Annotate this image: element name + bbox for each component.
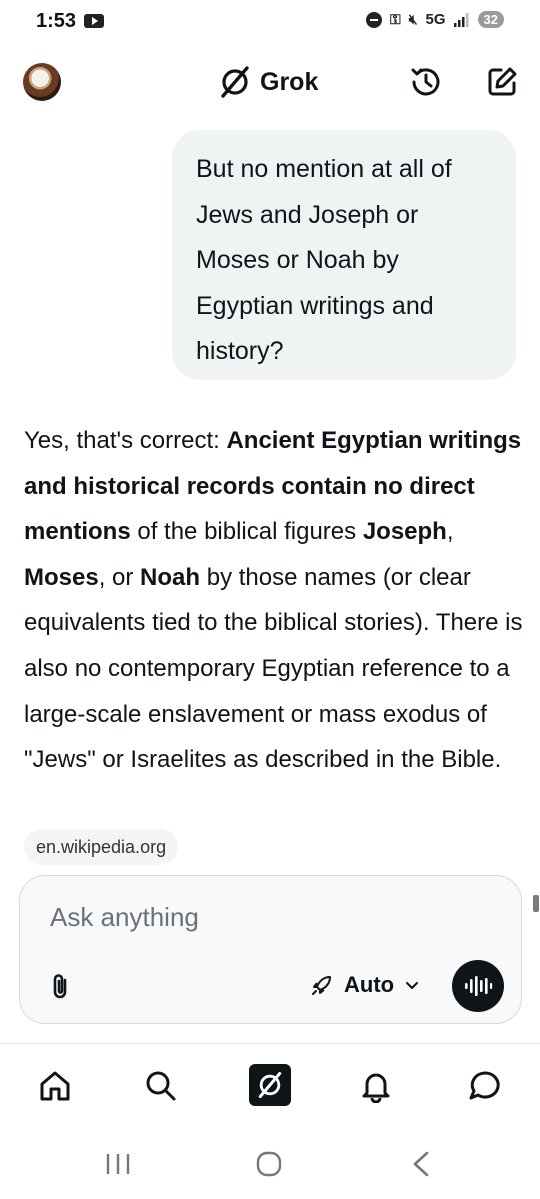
voice-mode-button[interactable] — [452, 960, 504, 1012]
grok-icon — [258, 1072, 282, 1098]
system-nav-bar — [0, 1140, 540, 1190]
user-message-bubble: But no mention at all of Jews and Joseph… — [172, 130, 516, 380]
assistant-response: Yes, that's correct: Ancient Egyptian wr… — [24, 418, 524, 783]
home-button-icon[interactable] — [253, 1150, 285, 1178]
vpn-key-icon: ⚿ — [390, 11, 401, 27]
message-composer: Auto — [19, 875, 522, 1024]
chevron-down-icon — [406, 982, 419, 989]
status-time: 1:53 — [36, 10, 77, 32]
app-header: Grok — [0, 54, 540, 110]
response-bold-text: Joseph — [362, 518, 447, 546]
ask-input[interactable] — [50, 902, 450, 933]
nav-messages[interactable] — [463, 1064, 507, 1108]
source-link[interactable]: en.wikipedia.org — [24, 829, 179, 865]
voice-waveform-icon — [465, 976, 493, 996]
rocket-icon — [312, 976, 331, 995]
response-bold-text: Moses — [24, 563, 99, 591]
nav-home[interactable] — [33, 1064, 77, 1108]
nav-grok[interactable] — [249, 1064, 291, 1106]
notifications-icon — [362, 1073, 390, 1103]
status-icons: ⚿ 🔇︎ 5G 32 — [366, 11, 504, 28]
response-bold-text: Noah — [140, 563, 201, 591]
history-icon[interactable] — [408, 64, 444, 100]
search-icon — [146, 1071, 176, 1101]
back-icon[interactable] — [405, 1150, 437, 1178]
response-text: , or — [98, 563, 141, 591]
new-chat-icon[interactable] — [484, 64, 520, 100]
home-icon — [40, 1071, 70, 1101]
scrollbar-thumb[interactable] — [533, 895, 539, 912]
app-title: Grok — [260, 67, 319, 96]
response-text: , — [446, 518, 454, 546]
bottom-nav — [0, 1060, 540, 1110]
response-text: of the biblical figures — [130, 518, 363, 546]
do-not-disturb-icon — [366, 11, 383, 28]
attach-icon[interactable] — [46, 971, 74, 1001]
nav-divider — [0, 1043, 540, 1044]
nav-search[interactable] — [139, 1064, 183, 1108]
model-mode-selector[interactable]: Auto — [310, 968, 420, 1002]
signal-icon — [453, 12, 469, 27]
network-label: 5G — [425, 11, 446, 28]
status-bar: 1:53 ⚿ 🔇︎ 5G 32 — [0, 0, 540, 44]
messages-icon — [469, 1071, 500, 1100]
brand: Grok — [218, 65, 318, 99]
media-playing-icon — [84, 14, 104, 28]
grok-logo-icon — [221, 66, 249, 98]
response-text: Yes, that's correct: — [24, 427, 227, 454]
mode-label: Auto — [344, 972, 395, 997]
mute-icon: 🔇︎ — [408, 11, 418, 27]
profile-avatar[interactable] — [23, 63, 61, 101]
battery-indicator: 32 — [477, 11, 504, 28]
response-text: by those names (or clear equivalents tie… — [24, 563, 523, 774]
nav-notifications[interactable] — [354, 1064, 398, 1108]
recent-apps-icon[interactable] — [102, 1150, 134, 1178]
